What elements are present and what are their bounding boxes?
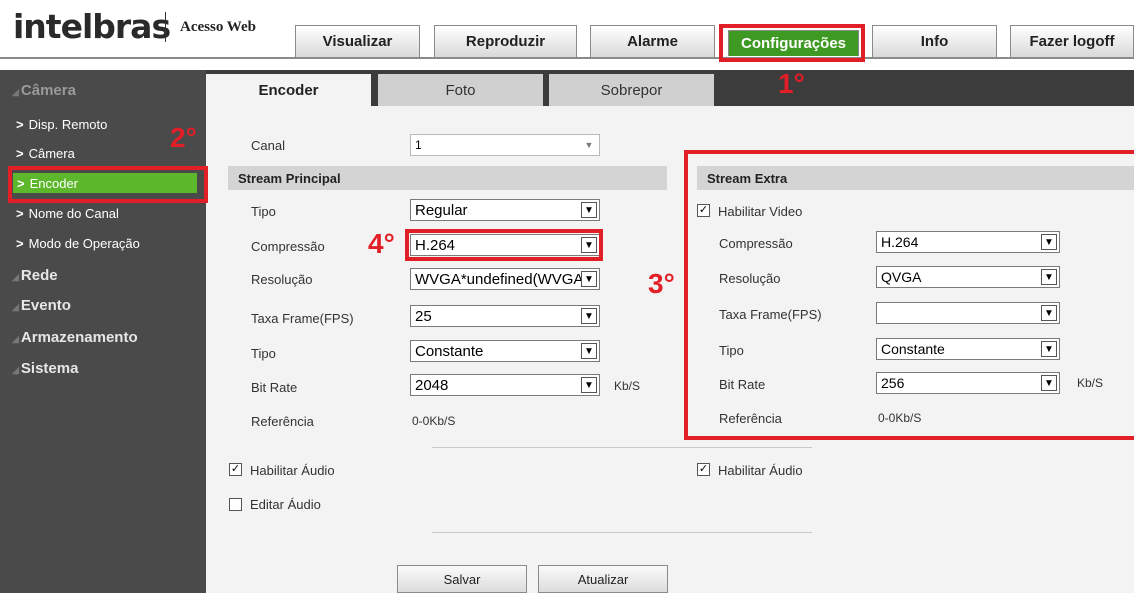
extra-habilitar-audio-checkbox[interactable]: ✓ — [697, 463, 710, 476]
step-3-label: 3° — [648, 268, 675, 299]
chevron-down-icon: ▼ — [581, 202, 597, 218]
bullet-icon: ◢ — [12, 272, 19, 282]
bit-rate-value: 2048 — [415, 376, 449, 394]
atualizar-button[interactable]: Atualizar — [538, 565, 668, 593]
sidebar-group-label: Sistema — [20, 360, 79, 377]
highlight-configuracoes — [719, 24, 865, 62]
chevron-down-icon: ▼ — [581, 137, 597, 153]
sidebar-item-label: Câmera — [28, 145, 75, 161]
extra-habilitar-audio-label: Habilitar Áudio — [718, 463, 803, 478]
referencia-label: Referência — [251, 414, 314, 429]
tipo-bitrate-label: Tipo — [251, 346, 276, 361]
tipo-bitrate-select[interactable]: Constante ▼ — [410, 340, 600, 362]
resolucao-select[interactable]: WVGA*undefined(WVGA) ▼ — [410, 268, 600, 290]
sidebar-group-label: Câmera — [20, 82, 76, 99]
chevron-right-icon: > — [16, 116, 24, 132]
sidebar-item-nome-do-canal[interactable]: > Nome do Canal — [16, 203, 200, 223]
sidebar-item-modo-de-operacao[interactable]: > Modo de Operação — [16, 233, 200, 253]
nav-tab-info[interactable]: Info — [872, 25, 997, 57]
sidebar-group-label: Armazenamento — [20, 329, 138, 346]
step-4-label: 4° — [368, 228, 395, 259]
taxa-frame-select[interactable]: 25 ▼ — [410, 305, 600, 327]
salvar-button[interactable]: Salvar — [397, 565, 527, 593]
referencia-value: 0-0Kb/S — [412, 414, 456, 428]
habilitar-audio-label: Habilitar Áudio — [250, 463, 335, 478]
sidebar-item-label: Disp. Remoto — [28, 116, 108, 132]
chevron-down-icon: ▼ — [581, 377, 597, 393]
divider — [432, 447, 812, 448]
editar-audio-checkbox[interactable] — [229, 498, 242, 511]
header-divider — [0, 57, 1134, 59]
tipo-label: Tipo — [251, 204, 276, 219]
nav-tab-fazer-logoff[interactable]: Fazer logoff — [1010, 25, 1134, 57]
bit-rate-select[interactable]: 2048 ▼ — [410, 374, 600, 396]
bit-rate-unit: Kb/S — [614, 379, 641, 393]
canal-label: Canal — [251, 138, 285, 153]
tipo-value: Regular — [415, 201, 468, 219]
bit-rate-label: Bit Rate — [251, 380, 298, 395]
sidebar-group-label: Rede — [20, 267, 58, 284]
canal-select[interactable]: 1 ▼ — [410, 134, 600, 156]
habilitar-audio-checkbox[interactable]: ✓ — [229, 463, 242, 476]
taxa-frame-value: 25 — [415, 307, 432, 325]
tipo-bitrate-value: Constante — [415, 342, 484, 360]
sidebar-group-armazenamento[interactable]: ◢ Armazenamento — [0, 329, 206, 346]
resolucao-value: WVGA*undefined(WVGA) — [415, 270, 581, 288]
chevron-down-icon: ▼ — [581, 271, 597, 287]
sidebar-group-camera[interactable]: ◢ Câmera — [0, 82, 206, 99]
bullet-icon: ◢ — [12, 334, 19, 344]
sidebar-group-rede[interactable]: ◢ Rede — [0, 267, 206, 284]
chevron-down-icon: ▼ — [581, 308, 597, 324]
highlight-stream-extra — [684, 150, 1134, 440]
app-name: Acesso Web — [180, 19, 256, 35]
logo-separator — [165, 12, 166, 42]
page: intelbras Acesso Web Visualizar Reproduz… — [0, 0, 1134, 593]
editar-audio-label: Editar Áudio — [250, 497, 321, 512]
sidebar-group-evento[interactable]: ◢ Evento — [0, 297, 206, 314]
chevron-down-icon: ▼ — [581, 343, 597, 359]
tipo-select[interactable]: Regular ▼ — [410, 199, 600, 221]
highlight-compressao — [405, 229, 603, 261]
step-2-label: 2° — [170, 122, 197, 153]
bullet-icon: ◢ — [12, 87, 19, 97]
taxa-frame-label: Taxa Frame(FPS) — [251, 311, 354, 326]
chevron-right-icon: > — [16, 145, 24, 161]
sidebar-item-label: Modo de Operação — [28, 235, 140, 251]
tab-sobrepor[interactable]: Sobrepor — [549, 74, 714, 106]
nav-tab-reproduzir[interactable]: Reproduzir — [434, 25, 577, 57]
stream-principal-header: Stream Principal — [228, 166, 667, 190]
chevron-right-icon: > — [16, 235, 24, 251]
sidebar-item-label: Nome do Canal — [28, 205, 119, 221]
compressao-label: Compressão — [251, 239, 325, 254]
chevron-right-icon: > — [16, 205, 24, 221]
tab-encoder[interactable]: Encoder — [206, 74, 371, 106]
resolucao-label: Resolução — [251, 272, 313, 287]
step-1-label: 1° — [778, 68, 805, 99]
tab-foto[interactable]: Foto — [378, 74, 543, 106]
sidebar-group-label: Evento — [20, 297, 71, 314]
highlight-encoder — [8, 166, 208, 203]
canal-value: 1 — [415, 138, 422, 152]
nav-tab-visualizar[interactable]: Visualizar — [295, 25, 420, 57]
nav-tab-alarme[interactable]: Alarme — [590, 25, 715, 57]
divider — [432, 532, 812, 533]
bullet-icon: ◢ — [12, 365, 19, 375]
sidebar-group-sistema[interactable]: ◢ Sistema — [0, 360, 206, 377]
intelbras-logo: intelbras — [13, 7, 171, 46]
bullet-icon: ◢ — [12, 302, 19, 312]
